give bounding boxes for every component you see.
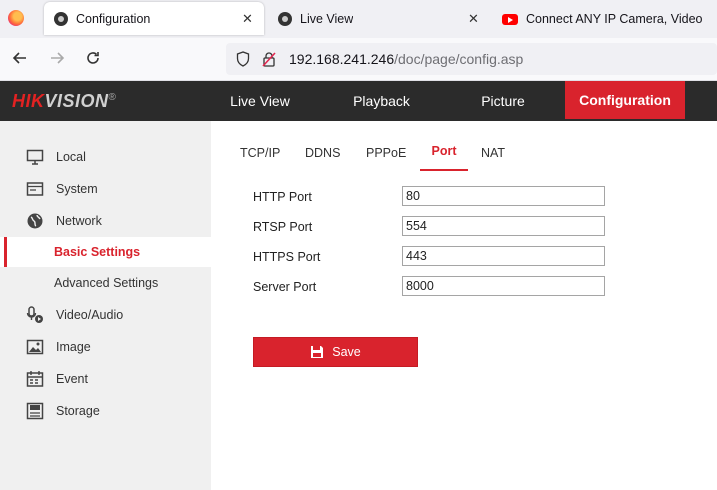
firefox-icon[interactable] — [8, 10, 24, 26]
sidebar-item-storage[interactable]: Storage — [0, 396, 211, 426]
sidebar-item-label: Image — [56, 340, 91, 354]
reload-icon[interactable] — [85, 50, 101, 70]
app-header: HIKVISION® Live View Playback Picture Co… — [0, 81, 717, 121]
save-button[interactable]: Save — [253, 337, 418, 367]
browser-tab-configuration[interactable]: Configuration ✕ — [44, 2, 264, 35]
sidebar-item-advanced-settings[interactable]: Advanced Settings — [0, 268, 211, 298]
menu-live-view[interactable]: Live View — [210, 81, 310, 121]
url-host: 192.168.241.246 — [289, 51, 395, 67]
menu-configuration[interactable]: Configuration — [565, 81, 685, 119]
logo-registered-mark: ® — [108, 92, 117, 103]
sidebar-item-local[interactable]: Local — [0, 142, 211, 172]
rtsp-port-input[interactable] — [402, 216, 605, 236]
url-text: 192.168.241.246/doc/page/config.asp — [289, 51, 523, 67]
tab-port[interactable]: Port — [420, 140, 468, 171]
sidebar-item-network[interactable]: Network — [0, 206, 211, 236]
rtsp-port-label: RTSP Port — [253, 220, 313, 234]
youtube-favicon-icon — [502, 13, 518, 25]
tab-nat[interactable]: NAT — [481, 140, 505, 171]
sidebar-item-label: Storage — [56, 404, 100, 418]
sidebar-item-basic-settings[interactable]: Basic Settings — [0, 237, 211, 267]
server-port-label: Server Port — [253, 280, 317, 294]
https-port-input[interactable] — [402, 246, 605, 266]
globe-icon — [27, 213, 43, 229]
sidebar-item-event[interactable]: Event — [0, 364, 211, 394]
menu-picture[interactable]: Picture — [453, 81, 553, 121]
tab-title: Connect ANY IP Camera, Video — [526, 12, 703, 26]
shield-icon[interactable] — [236, 51, 250, 67]
close-icon[interactable]: ✕ — [468, 11, 479, 27]
hikvision-logo: HIKVISION® — [12, 91, 116, 112]
sidebar-item-label: System — [56, 182, 98, 196]
logo-text-accent: VISION — [44, 91, 109, 111]
insecure-lock-icon[interactable] — [262, 51, 276, 67]
browser-tab-live-view[interactable]: Live View ✕ — [268, 0, 490, 38]
back-arrow-icon[interactable] — [12, 50, 28, 70]
calendar-icon — [26, 371, 44, 387]
menu-playback[interactable]: Playback — [330, 81, 433, 121]
server-port-input[interactable] — [402, 276, 605, 296]
tab-tcp-ip[interactable]: TCP/IP — [240, 140, 280, 171]
system-icon — [26, 182, 44, 196]
tab-ddns[interactable]: DDNS — [305, 140, 340, 171]
address-bar[interactable]: 192.168.241.246/doc/page/config.asp — [226, 43, 717, 75]
sidebar-item-label: Event — [56, 372, 88, 386]
sidebar-item-system[interactable]: System — [0, 174, 211, 204]
image-icon — [26, 339, 44, 355]
sidebar-item-label: Network — [56, 214, 102, 228]
http-port-label: HTTP Port — [253, 190, 312, 204]
forward-arrow-icon[interactable] — [49, 50, 65, 70]
tab-title: Live View — [300, 12, 354, 26]
sidebar-item-label: Video/Audio — [56, 308, 124, 322]
sidebar-item-label: Local — [56, 150, 86, 164]
tab-title: Configuration — [76, 11, 151, 26]
sidebar-item-label: Advanced Settings — [54, 276, 159, 290]
camera-favicon-icon — [54, 11, 68, 26]
browser-tab-strip: Configuration ✕ Live View ✕ Connect ANY … — [0, 0, 717, 38]
monitor-icon — [26, 149, 44, 165]
microphone-icon — [26, 306, 43, 323]
http-port-input[interactable] — [402, 186, 605, 206]
sidebar: Local System Network Basic Settings Adva… — [0, 121, 211, 490]
url-path: /doc/page/config.asp — [394, 51, 524, 67]
floppy-disk-icon — [311, 346, 324, 358]
save-button-label: Save — [332, 345, 361, 359]
https-port-label: HTTPS Port — [253, 250, 321, 264]
logo-text-main: HIK — [12, 91, 45, 111]
sidebar-item-label: Basic Settings — [54, 245, 141, 259]
close-icon[interactable]: ✕ — [242, 11, 253, 27]
sidebar-item-video-audio[interactable]: Video/Audio — [0, 300, 211, 330]
browser-nav-bar: 192.168.241.246/doc/page/config.asp — [0, 38, 717, 81]
browser-tab-youtube[interactable]: Connect ANY IP Camera, Video — [494, 0, 717, 38]
storage-icon — [26, 402, 44, 420]
sidebar-item-image[interactable]: Image — [0, 332, 211, 362]
camera-favicon-icon — [278, 12, 292, 26]
tab-pppoe[interactable]: PPPoE — [366, 140, 406, 171]
